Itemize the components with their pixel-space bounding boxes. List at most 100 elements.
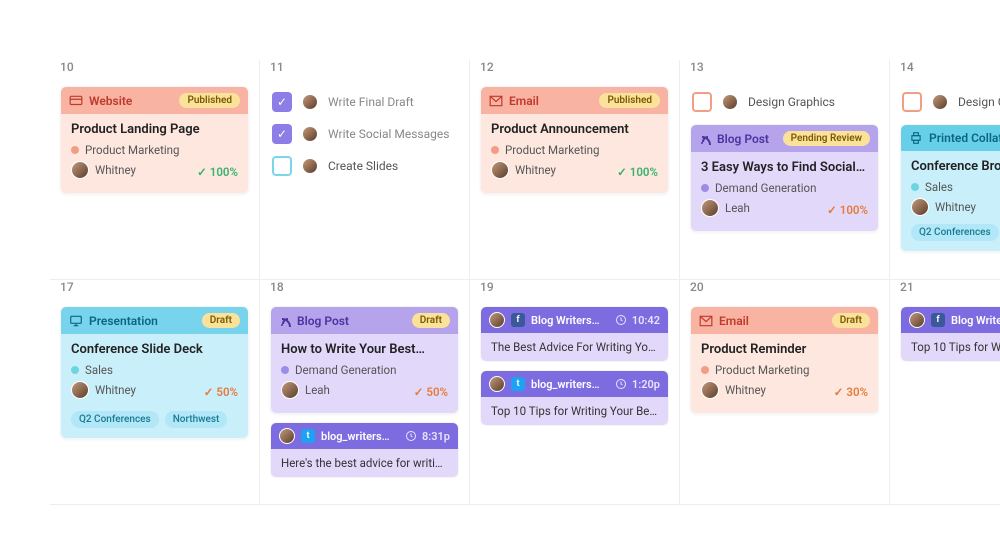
card-owner: Whitney xyxy=(491,161,556,179)
card-title: Product Reminder xyxy=(701,342,868,357)
status-badge: Published xyxy=(599,93,660,108)
card-header: Blog Post Draft xyxy=(271,307,458,334)
social-post-text: Top 10 Tips for Writing Your Best… xyxy=(481,397,668,425)
status-badge: Draft xyxy=(202,313,240,328)
day-cell-19[interactable]: 19 f Blog Writers… 10:42 The Best Advice… xyxy=(470,280,680,505)
presentation-icon xyxy=(69,314,83,328)
avatar xyxy=(911,198,929,216)
social-account: blog_writers… xyxy=(531,378,600,391)
card-title: Conference Slide Deck xyxy=(71,342,238,357)
card-progress: ✓ 50% xyxy=(204,385,238,399)
day-number: 13 xyxy=(690,60,879,74)
avatar xyxy=(302,94,318,110)
day-cell-18[interactable]: 18 Blog Post Draft How to Write Your Bes… xyxy=(260,280,470,505)
category-dot-icon xyxy=(281,366,289,374)
tag[interactable]: Northwest xyxy=(165,411,228,428)
checkbox-checked-icon[interactable]: ✓ xyxy=(272,124,292,144)
check-icon: ✓ xyxy=(834,385,844,399)
day-number: 20 xyxy=(690,280,879,294)
email-icon xyxy=(489,95,503,107)
social-time: 10:42 xyxy=(632,314,660,327)
facebook-icon: f xyxy=(931,313,945,327)
social-post-text: Here's the best advice for writing… xyxy=(271,449,458,477)
card-type: Website xyxy=(89,94,132,108)
card-blog[interactable]: Blog Post Draft How to Write Your Best… … xyxy=(270,306,459,414)
card-owner: Whitney xyxy=(71,381,136,399)
avatar xyxy=(71,161,89,179)
social-time: 8:31p xyxy=(422,430,450,443)
day-cell-12[interactable]: 12 Email Published Product Announcement … xyxy=(470,60,680,280)
task-label: Write Final Draft xyxy=(328,95,414,109)
checkbox-unchecked-icon[interactable] xyxy=(902,92,922,112)
avatar xyxy=(909,312,925,328)
card-printed-collateral[interactable]: Printed Collat Conference Bro Sales Whit… xyxy=(900,124,1000,252)
category-dot-icon xyxy=(701,184,709,192)
card-title: Product Landing Page xyxy=(71,122,238,137)
task-row[interactable]: Design G xyxy=(900,86,1000,118)
card-type: Presentation xyxy=(89,314,158,328)
social-post-text: The Best Advice For Writing Your…v xyxy=(481,333,668,361)
status-badge: Pending Review xyxy=(783,131,870,146)
social-post-card[interactable]: t blog_writers… 8:31p Here's the best ad… xyxy=(270,422,459,478)
avatar xyxy=(302,158,318,174)
card-progress: ✓ 100% xyxy=(827,203,868,217)
card-title: 3 Easy Ways to Find Social… xyxy=(701,160,868,175)
card-title: Conference Bro xyxy=(911,159,1000,174)
social-post-card[interactable]: t blog_writers… 1:20p Top 10 Tips for Wr… xyxy=(480,370,669,426)
task-row[interactable]: ✓ Write Social Messages xyxy=(270,118,459,150)
card-website[interactable]: Website Published Product Landing Page P… xyxy=(60,86,249,194)
day-cell-17[interactable]: 17 Presentation Draft Conference Slide D… xyxy=(50,280,260,505)
check-icon: ✓ xyxy=(827,203,837,217)
card-owner: Whitney xyxy=(911,198,1000,216)
social-post-text: Top 10 Tips for Writin xyxy=(901,333,1000,361)
category-dot-icon xyxy=(911,183,919,191)
day-cell-14[interactable]: 14 Design G Printed Collat Conference Br… xyxy=(890,60,1000,280)
card-email[interactable]: Email Draft Product Reminder Product Mar… xyxy=(690,306,879,414)
day-cell-21[interactable]: 21 f Blog Writers Top 10 Tips for Writin xyxy=(890,280,1000,505)
checkbox-unchecked-icon[interactable] xyxy=(692,92,712,112)
clock-icon xyxy=(615,314,627,326)
card-title: How to Write Your Best… xyxy=(281,342,448,357)
checkbox-unchecked-icon[interactable] xyxy=(272,156,292,176)
tag[interactable]: Q2 Conferences xyxy=(71,411,159,428)
day-cell-20[interactable]: 20 Email Draft Product Reminder Product … xyxy=(680,280,890,505)
checkbox-checked-icon[interactable]: ✓ xyxy=(272,92,292,112)
card-title: Product Announcement xyxy=(491,122,658,137)
tag[interactable]: Q2 Conferences xyxy=(911,224,999,241)
card-blog[interactable]: Blog Post Pending Review 3 Easy Ways to … xyxy=(690,124,879,232)
social-post-card[interactable]: f Blog Writers Top 10 Tips for Writin xyxy=(900,306,1000,362)
day-number: 17 xyxy=(60,280,249,294)
day-number: 19 xyxy=(480,280,669,294)
card-type: Blog Post xyxy=(717,132,769,146)
card-email[interactable]: Email Published Product Announcement Pro… xyxy=(480,86,669,194)
task-row[interactable]: ✓ Write Final Draft xyxy=(270,86,459,118)
social-post-header: f Blog Writers xyxy=(901,307,1000,333)
card-type: Email xyxy=(509,94,539,108)
day-cell-11[interactable]: 11 ✓ Write Final Draft ✓ Write Social Me… xyxy=(260,60,470,280)
social-post-header: f Blog Writers… 10:42 xyxy=(481,307,668,333)
avatar xyxy=(281,381,299,399)
avatar xyxy=(722,94,738,110)
clock-icon xyxy=(405,430,417,442)
day-cell-10[interactable]: 10 Website Published Product Landing Pag… xyxy=(50,60,260,280)
social-account: Blog Writers xyxy=(951,314,1000,327)
task-label: Create Slides xyxy=(328,159,398,173)
task-row[interactable]: Create Slides xyxy=(270,150,459,182)
card-progress: ✓ 100% xyxy=(617,165,658,179)
day-number: 14 xyxy=(900,60,1000,74)
day-number: 21 xyxy=(900,280,1000,294)
day-cell-13[interactable]: 13 Design Graphics Blog Post Pending Rev… xyxy=(680,60,890,280)
card-owner: Whitney xyxy=(71,161,136,179)
website-icon xyxy=(69,94,83,108)
social-account: Blog Writers… xyxy=(531,314,600,327)
card-type: Email xyxy=(719,314,749,328)
social-post-card[interactable]: f Blog Writers… 10:42 The Best Advice Fo… xyxy=(480,306,669,362)
category-dot-icon xyxy=(701,366,709,374)
facebook-icon: f xyxy=(511,313,525,327)
task-row[interactable]: Design Graphics xyxy=(690,86,879,118)
category-dot-icon xyxy=(71,366,79,374)
card-progress: ✓ 100% xyxy=(197,165,238,179)
card-type: Blog Post xyxy=(297,314,349,328)
card-owner: Leah xyxy=(281,381,330,399)
card-presentation[interactable]: Presentation Draft Conference Slide Deck… xyxy=(60,306,249,439)
